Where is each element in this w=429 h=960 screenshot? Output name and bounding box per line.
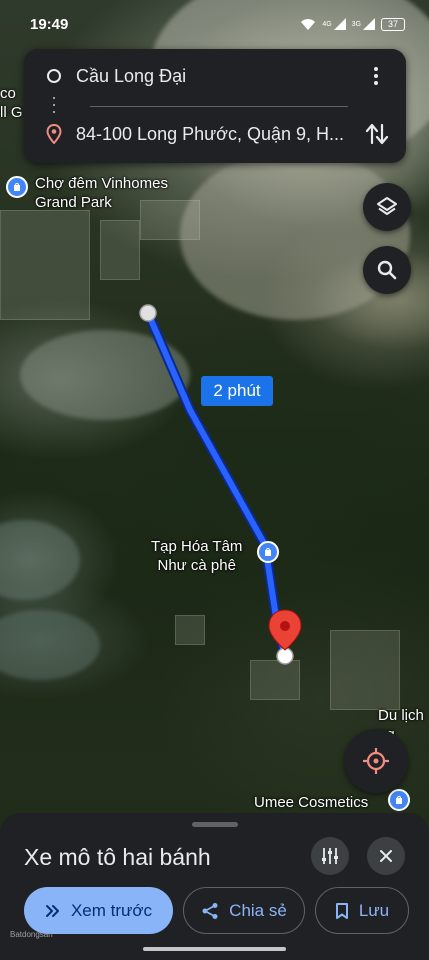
bookmark-icon [335, 902, 348, 919]
my-location-button[interactable] [344, 729, 408, 793]
clock: 19:49 [30, 15, 69, 33]
system-nav-handle[interactable] [143, 947, 286, 951]
origin-marker [139, 304, 157, 322]
travel-mode-title: Xe mô tô hai bánh [24, 844, 211, 870]
signal-icon [363, 18, 375, 30]
layers-button[interactable] [363, 183, 411, 231]
search-button[interactable] [363, 246, 411, 294]
watermark-logo: Batdongsan [10, 930, 53, 939]
place-label-cho-dem[interactable]: Chợ đêm Vinhomes Grand Park [35, 174, 168, 212]
share-button[interactable]: Chia sẻ [183, 887, 305, 934]
swap-icon[interactable] [364, 121, 390, 147]
divider [90, 106, 348, 107]
shop-place-icon[interactable] [257, 541, 279, 563]
location-crosshair-icon [363, 748, 389, 774]
signal-icon [333, 18, 346, 30]
close-icon [380, 850, 392, 862]
place-label-edge-left: co ll G [0, 85, 23, 121]
origin-field[interactable]: Cầu Long Đại [76, 66, 186, 87]
bottom-sheet: Xe mô tô hai bánh Xem trước Chia sẻ Lưu [0, 813, 429, 960]
location-pin-icon [46, 124, 62, 144]
route-line [145, 310, 288, 658]
save-button[interactable]: Lưu [315, 887, 409, 934]
layers-icon [377, 197, 397, 215]
origin-row[interactable]: Cầu Long Đại [24, 56, 406, 96]
status-bar: 19:49 4G 3G 37 [0, 0, 429, 48]
preview-button[interactable]: Xem trước [24, 887, 173, 934]
save-label: Lưu [358, 900, 390, 920]
search-icon [377, 260, 397, 280]
destination-field[interactable]: 84-100 Long Phước, Quận 9, H... [76, 124, 344, 145]
chevron-double-right-icon [45, 904, 59, 917]
route-options-button[interactable] [311, 837, 349, 875]
more-options-icon[interactable] [364, 63, 388, 89]
status-icons: 4G 3G 37 [300, 17, 405, 31]
directions-card: Cầu Long Đại 84-100 Long Phước, Quận 9, … [24, 49, 406, 163]
battery-icon: 37 [381, 17, 405, 31]
shop-place-icon[interactable] [388, 789, 410, 811]
shopping-place-icon[interactable] [6, 176, 28, 198]
route-duration-label[interactable]: 2 phút [201, 376, 273, 406]
share-icon [202, 902, 218, 919]
place-label-umee[interactable]: Umee Cosmetics [254, 793, 368, 812]
network-3g-label: 3G [351, 20, 361, 28]
close-button[interactable] [367, 837, 405, 875]
drag-handle[interactable] [192, 822, 238, 827]
tune-icon [322, 848, 338, 864]
share-label: Chia sẻ [229, 900, 287, 920]
wifi-icon [301, 18, 316, 30]
destination-pin-icon [268, 609, 302, 651]
destination-row[interactable]: 84-100 Long Phước, Quận 9, H... [24, 114, 406, 154]
network-4g-label: 4G [322, 20, 332, 28]
place-label-tap-hoa[interactable]: Tạp Hóa Tâm Như cà phê [151, 537, 242, 575]
route-dots-icon [53, 97, 55, 113]
preview-label: Xem trước [70, 900, 153, 920]
origin-circle-icon [47, 69, 61, 83]
